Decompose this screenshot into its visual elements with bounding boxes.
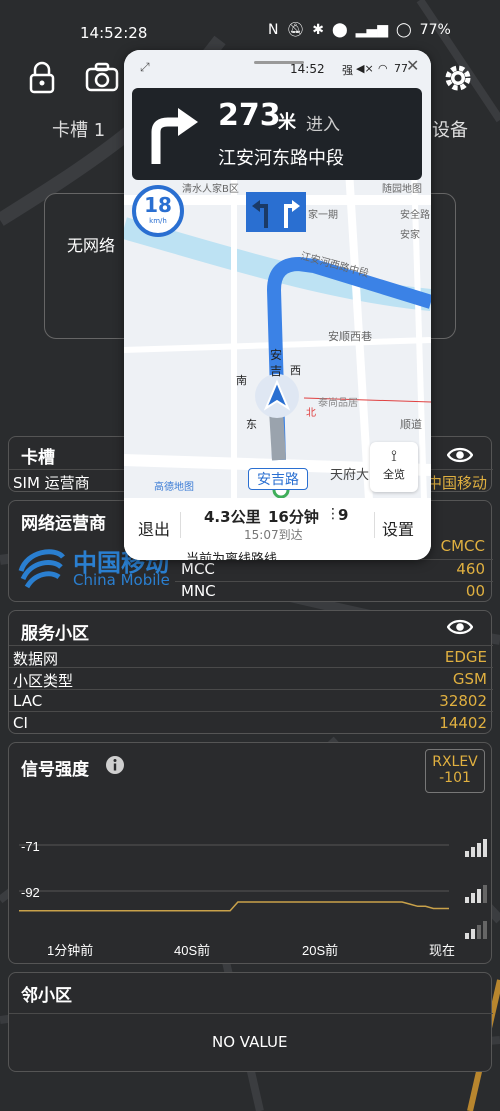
settings-button[interactable]: 设置: [382, 516, 414, 540]
close-icon[interactable]: ✕: [406, 56, 419, 75]
camera-icon[interactable]: [84, 60, 120, 96]
cell-panel: 服务小区 数据网 EDGE 小区类型 GSM LAC 32802 CI 1440…: [8, 610, 493, 734]
mnc-label: MNC: [181, 582, 216, 600]
table-row: LAC 32802: [9, 689, 493, 711]
lane-guide-icon: [246, 192, 306, 232]
tab-slot1[interactable]: 卡槽 1: [52, 116, 105, 142]
signal-panel: 信号强度 RXLEV -101 -71 -92 1分钟前 40S前 20S前 现…: [8, 742, 492, 964]
exit-button[interactable]: 退出: [138, 516, 170, 540]
route-icon: ⟟: [391, 446, 397, 465]
slot-title: 卡槽: [21, 448, 55, 468]
tab-device[interactable]: 设备: [432, 116, 468, 142]
signal-bars-icon: [465, 921, 487, 939]
amap-logo: 高德地图: [154, 482, 194, 493]
mini-time: 14:52: [290, 62, 325, 76]
china-mobile-logo-icon: [18, 549, 65, 589]
signal-bars-icon: [465, 885, 487, 903]
status-time: 14:52:28: [80, 24, 148, 42]
nfc-icon: N: [268, 22, 279, 38]
arrival-time: 15:07到达: [244, 528, 303, 542]
speed-limit: 18 km/h: [132, 185, 184, 237]
table-row: CI 14402: [9, 711, 493, 733]
table-row: 小区类型 GSM: [9, 667, 493, 690]
x-tick-label: 20S前: [302, 943, 338, 958]
cell-title: 服务小区: [21, 624, 89, 644]
series-line: [19, 901, 449, 912]
x-tick-label: 1分钟前: [47, 943, 93, 958]
battery-icon: ◯: [395, 22, 412, 38]
nav-bottom-bar: 退出 4.3公里 16分钟 ⋮ 9 15:07到达 设置 当前为离线路线: [124, 498, 431, 560]
mcc-value: 460: [456, 560, 485, 578]
distance-number: 273: [218, 98, 281, 133]
overview-button[interactable]: ⟟ 全览: [370, 442, 418, 492]
empty-state: NO VALUE: [212, 1033, 288, 1051]
road-tag: 安吉路: [248, 468, 308, 490]
mini-mute-icon: ◀︎×: [356, 62, 374, 75]
neighbor-panel: 邻小区 NO VALUE: [8, 972, 493, 1072]
operator-code: CMCC: [440, 537, 485, 555]
distance-unit: 米: [278, 112, 296, 133]
mini-wifi-icon: ◠: [378, 62, 388, 75]
y-tick-label: -92: [21, 885, 40, 900]
trip-distance: 4.3公里: [204, 508, 261, 526]
y-tick-label: -71: [21, 839, 40, 854]
signal-icon: ▂▄▆: [355, 22, 388, 38]
trip-time: 16分钟: [268, 508, 319, 526]
mini-signal: 强: [342, 64, 353, 77]
table-row: 数据网 EDGE: [9, 645, 493, 668]
signal-bars-icon: [465, 839, 487, 857]
offline-notice: 当前为离线路线: [186, 552, 278, 560]
road-name: 江安河东路中段: [218, 148, 344, 169]
traffic-light-count: 9: [338, 506, 349, 524]
operator-title: 网络运营商: [21, 514, 106, 534]
nav-banner: 273 米 进入 江安河东路中段: [132, 88, 422, 180]
x-tick-label: 现在: [429, 943, 455, 958]
location-icon: ⬤: [332, 22, 348, 38]
logo-en: China Mobile: [73, 571, 170, 589]
mute-icon: 🔕︎: [286, 22, 305, 38]
eye-icon[interactable]: [447, 445, 473, 465]
sim-status: 无网络: [67, 236, 116, 255]
bluetooth-icon: ✱: [312, 22, 324, 38]
mnc-value: 00: [465, 582, 485, 600]
neighbor-title: 邻小区: [21, 986, 72, 1006]
eye-icon[interactable]: [447, 617, 473, 637]
enter-label: 进入: [306, 115, 340, 135]
x-tick-label: 40S前: [174, 943, 210, 958]
mcc-label: MCC: [181, 560, 215, 578]
resize-icon[interactable]: ⤢: [140, 60, 150, 75]
gear-icon[interactable]: [440, 60, 476, 96]
navigation-overlay[interactable]: 清水人家B区 随园地图 安全路 家一期 安家 江安河西路中段 安顺西巷 顺道 南…: [124, 50, 431, 560]
lock-icon[interactable]: [24, 60, 60, 96]
battery-percent: 77%: [419, 22, 451, 38]
signal-chart: -71 -92 1分钟前 40S前 20S前 现在: [19, 839, 487, 958]
status-icons: N 🔕︎ ✱ ⬤ ▂▄▆ ◯ 77%: [268, 22, 451, 38]
turn-right-icon: [151, 108, 198, 164]
